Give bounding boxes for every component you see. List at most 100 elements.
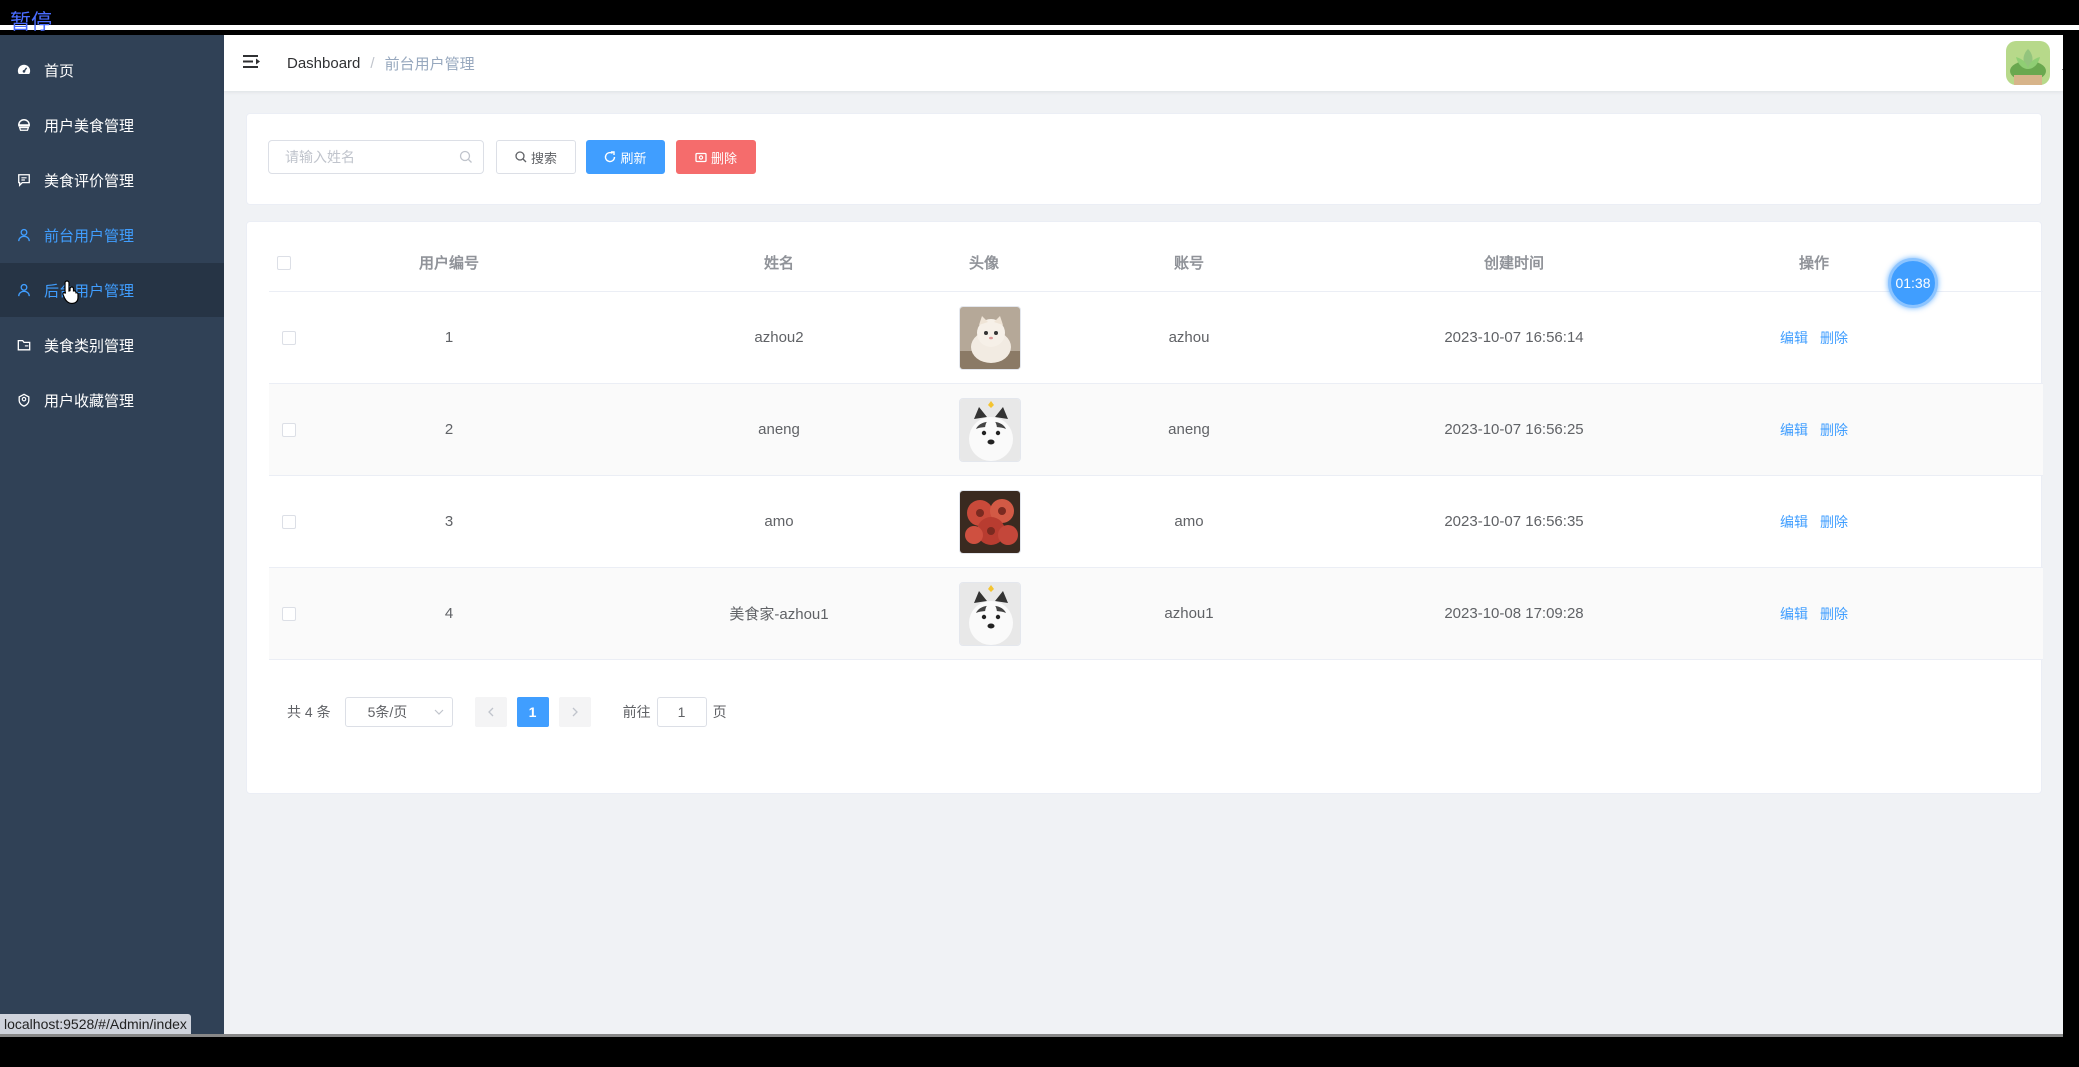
delete-link[interactable]: 删除 <box>1820 512 1848 532</box>
prev-page-button[interactable] <box>474 697 507 727</box>
goto-page: 前往 1 页 <box>623 697 727 727</box>
header-account: 账号 <box>1173 255 1204 272</box>
screen-bottom-bar <box>0 1034 2079 1067</box>
sidebar-item-home[interactable]: 首页 <box>0 43 224 97</box>
sidebar-item-food-category[interactable]: 美食类别管理 <box>0 318 224 372</box>
breadcrumb-current: 前台用户管理 <box>384 56 475 73</box>
screen-right-edge <box>2063 35 2079 1034</box>
row-checkbox[interactable] <box>282 606 296 621</box>
cell-name: amo <box>764 513 794 530</box>
next-page-button[interactable] <box>558 697 591 727</box>
navbar: Dashboard / 前台用户管理 <box>224 35 2063 91</box>
cell-name: aneng <box>758 421 800 438</box>
search-panel: 搜索 刷新 删除 <box>246 113 2042 205</box>
edit-link[interactable]: 编辑 <box>1780 420 1808 440</box>
cell-name: 美食家-azhou1 <box>729 606 829 623</box>
batch-delete-button[interactable]: 删除 <box>676 140 756 174</box>
table-row: 4 美食家-azhou1 azhou1 2023-10-08 17:09:28 … <box>269 568 2043 660</box>
table-row: 3 amo amo 2023-10-07 16:56:35 编辑 删除 <box>269 476 2043 568</box>
search-icon <box>515 151 527 163</box>
search-button[interactable]: 搜索 <box>496 140 576 174</box>
table-header: 用户编号 姓名 头像 账号 创建时间 操作 <box>269 234 2043 292</box>
header-created: 创建时间 <box>1483 255 1544 272</box>
cell-account: azhou <box>1168 329 1210 346</box>
sidebar-item-label: 用户收藏管理 <box>44 392 135 410</box>
header-avatar: 头像 <box>968 255 999 272</box>
select-all-checkbox[interactable] <box>277 255 291 270</box>
sidebar: 首页 用户美食管理 美食评价管理 前台用户管理 后台用户管理 美食类别管理 用户… <box>0 35 224 1034</box>
sidebar-item-backend-users[interactable]: 后台用户管理 <box>0 263 224 317</box>
cell-name: azhou2 <box>754 329 804 346</box>
table-row: 1 azhou2 azhou 2023-10-07 16:56:14 编辑 删除 <box>269 292 2043 384</box>
row-checkbox[interactable] <box>282 330 296 345</box>
food-icon <box>16 117 32 133</box>
sidebar-item-user-food[interactable]: 用户美食管理 <box>0 98 224 152</box>
row-checkbox[interactable] <box>282 514 296 529</box>
sidebar-item-label: 美食评价管理 <box>44 172 135 190</box>
user-table: 用户编号 姓名 头像 账号 创建时间 操作 1 azhou2 azhou 202… <box>269 234 2043 660</box>
delete-link[interactable]: 删除 <box>1820 420 1848 440</box>
name-search-input[interactable] <box>269 141 449 173</box>
sidebar-item-label: 前台用户管理 <box>44 227 135 245</box>
edit-link[interactable]: 编辑 <box>1780 512 1808 532</box>
sidebar-item-user-favorites[interactable]: 用户收藏管理 <box>0 373 224 427</box>
goto-page-input[interactable]: 1 <box>656 697 707 727</box>
paused-label[interactable]: 暂停 <box>10 10 52 34</box>
header-name: 姓名 <box>763 255 794 272</box>
cell-id: 3 <box>444 513 454 530</box>
comment-icon <box>16 172 32 188</box>
pagination-total: 共 4 条 <box>287 704 331 720</box>
goto-suffix: 页 <box>712 704 727 720</box>
row-checkbox[interactable] <box>282 422 296 437</box>
cell-account: amo <box>1174 513 1204 530</box>
sidebar-item-frontend-users[interactable]: 前台用户管理 <box>0 208 224 262</box>
cell-created: 2023-10-08 17:09:28 <box>1444 605 1584 622</box>
refresh-button[interactable]: 刷新 <box>586 140 665 174</box>
avatar[interactable] <box>2006 41 2050 85</box>
favorite-icon <box>16 392 32 408</box>
hamburger-icon[interactable] <box>242 52 262 72</box>
main-content: Dashboard / 前台用户管理 搜索 刷新 <box>224 35 2063 1034</box>
chevron-left-icon <box>487 707 494 717</box>
cell-id: 1 <box>444 329 454 346</box>
status-url: localhost:9528/#/Admin/index <box>0 1014 191 1034</box>
page-size-select[interactable]: 5条/页 <box>344 697 453 727</box>
cell-account: aneng <box>1168 421 1210 438</box>
breadcrumb-root[interactable]: Dashboard <box>287 55 360 72</box>
sidebar-item-label: 美食类别管理 <box>44 337 135 355</box>
user-table-panel: 用户编号 姓名 头像 账号 创建时间 操作 1 azhou2 azhou 202… <box>246 221 2043 794</box>
user-icon <box>16 227 32 243</box>
delete-link[interactable]: 删除 <box>1820 604 1848 624</box>
cell-created: 2023-10-07 16:56:35 <box>1444 513 1584 530</box>
table-row: 2 aneng aneng 2023-10-07 16:56:25 编辑 删除 <box>269 384 2043 476</box>
screen-top-bar: 暂停 <box>0 0 2079 34</box>
breadcrumb: Dashboard / 前台用户管理 <box>287 53 475 74</box>
recording-timer[interactable]: 01:38 <box>1888 258 1938 308</box>
chevron-down-icon <box>434 709 444 715</box>
refresh-icon <box>605 151 616 163</box>
hand-cursor-icon <box>62 280 79 305</box>
cell-id: 4 <box>444 605 454 622</box>
sidebar-item-food-review[interactable]: 美食评价管理 <box>0 153 224 207</box>
pagination: 共 4 条 5条/页 1 前往 1 页 <box>287 697 727 727</box>
sidebar-item-label: 用户美食管理 <box>44 117 135 135</box>
header-id: 用户编号 <box>418 255 479 272</box>
dashboard-icon <box>16 62 32 78</box>
sidebar-item-label: 首页 <box>44 62 75 80</box>
delete-icon <box>695 152 707 163</box>
search-icon <box>459 150 472 163</box>
taskbar-strip <box>0 1034 2063 1037</box>
goto-prefix: 前往 <box>622 704 651 720</box>
sidebar-item-label: 后台用户管理 <box>44 282 135 300</box>
edit-link[interactable]: 编辑 <box>1780 328 1808 348</box>
breadcrumb-separator: / <box>370 55 375 72</box>
user-icon <box>16 282 32 298</box>
cell-created: 2023-10-07 16:56:14 <box>1444 329 1584 346</box>
folder-icon <box>16 337 32 353</box>
chevron-right-icon <box>572 707 578 717</box>
cell-account: azhou1 <box>1164 605 1214 622</box>
edit-link[interactable]: 编辑 <box>1780 604 1808 624</box>
page-number-current[interactable]: 1 <box>516 697 549 727</box>
name-search-field[interactable] <box>268 140 484 174</box>
delete-link[interactable]: 删除 <box>1820 328 1848 348</box>
